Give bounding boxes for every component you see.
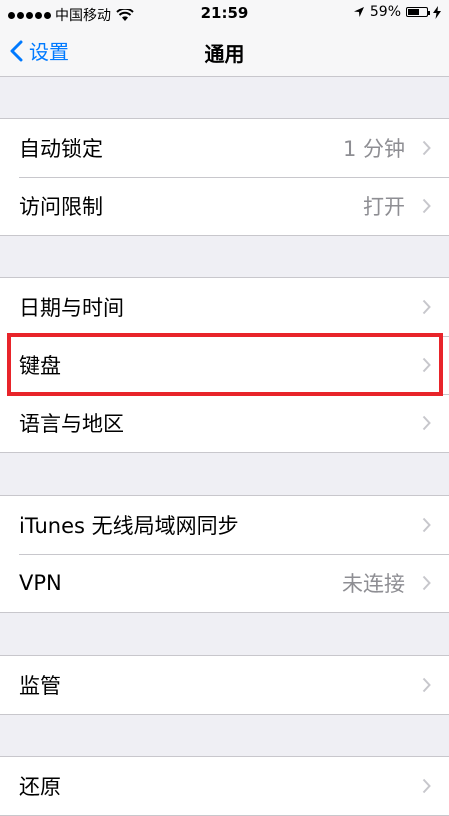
row-restrictions[interactable]: 访问限制 打开 [0,177,449,235]
chevron-right-icon [422,140,431,156]
chevron-right-icon [422,198,431,214]
row-label: 监管 [19,674,61,698]
row-itunes-wifi-sync[interactable]: iTunes 无线局域网同步 [0,496,449,554]
group-supervision: 监管 [0,655,449,715]
row-value: 打开 [363,195,405,219]
row-label: 日期与时间 [19,296,124,320]
battery-fill [408,9,419,15]
row-label: 访问限制 [19,195,103,219]
row-value: 1 分钟 [342,137,405,161]
row-language-region[interactable]: 语言与地区 [0,394,449,452]
chevron-right-icon [422,575,431,591]
row-label: iTunes 无线局域网同步 [19,514,239,538]
row-reset[interactable]: 还原 [0,757,449,815]
row-vpn[interactable]: VPN 未连接 [0,554,449,612]
charging-bolt-icon [433,5,441,19]
row-label: VPN [19,571,62,595]
chevron-right-icon [422,299,431,315]
group-itunes-vpn: iTunes 无线局域网同步 VPN 未连接 [0,495,449,613]
chevron-right-icon [422,357,431,373]
row-label: 键盘 [19,354,61,378]
group-lock-restrictions: 自动锁定 1 分钟 访问限制 打开 [0,118,449,236]
row-label: 自动锁定 [19,137,103,161]
group-date-keyboard-language: 日期与时间 键盘 语言与地区 [0,277,449,453]
chevron-right-icon [422,778,431,794]
row-label: 语言与地区 [19,412,124,436]
row-supervision[interactable]: 监管 [0,656,449,714]
row-value: 未连接 [342,572,405,596]
row-label: 还原 [19,775,61,799]
row-auto-lock[interactable]: 自动锁定 1 分钟 [0,119,449,177]
page-title: 通用 [204,42,245,66]
chevron-right-icon [422,415,431,431]
navigation-bar: 设置 通用 [0,26,449,77]
location-arrow-icon [353,7,364,17]
chevron-right-icon [422,517,431,533]
chevron-right-icon [422,677,431,693]
battery-percent: 59% [369,4,401,20]
status-bar: 中国移动 21:59 59% [0,0,449,26]
status-right: 59% [353,4,441,20]
group-reset: 还原 [0,756,449,816]
battery-icon [406,7,430,17]
row-keyboard[interactable]: 键盘 [0,336,449,394]
row-date-time[interactable]: 日期与时间 [0,278,449,336]
